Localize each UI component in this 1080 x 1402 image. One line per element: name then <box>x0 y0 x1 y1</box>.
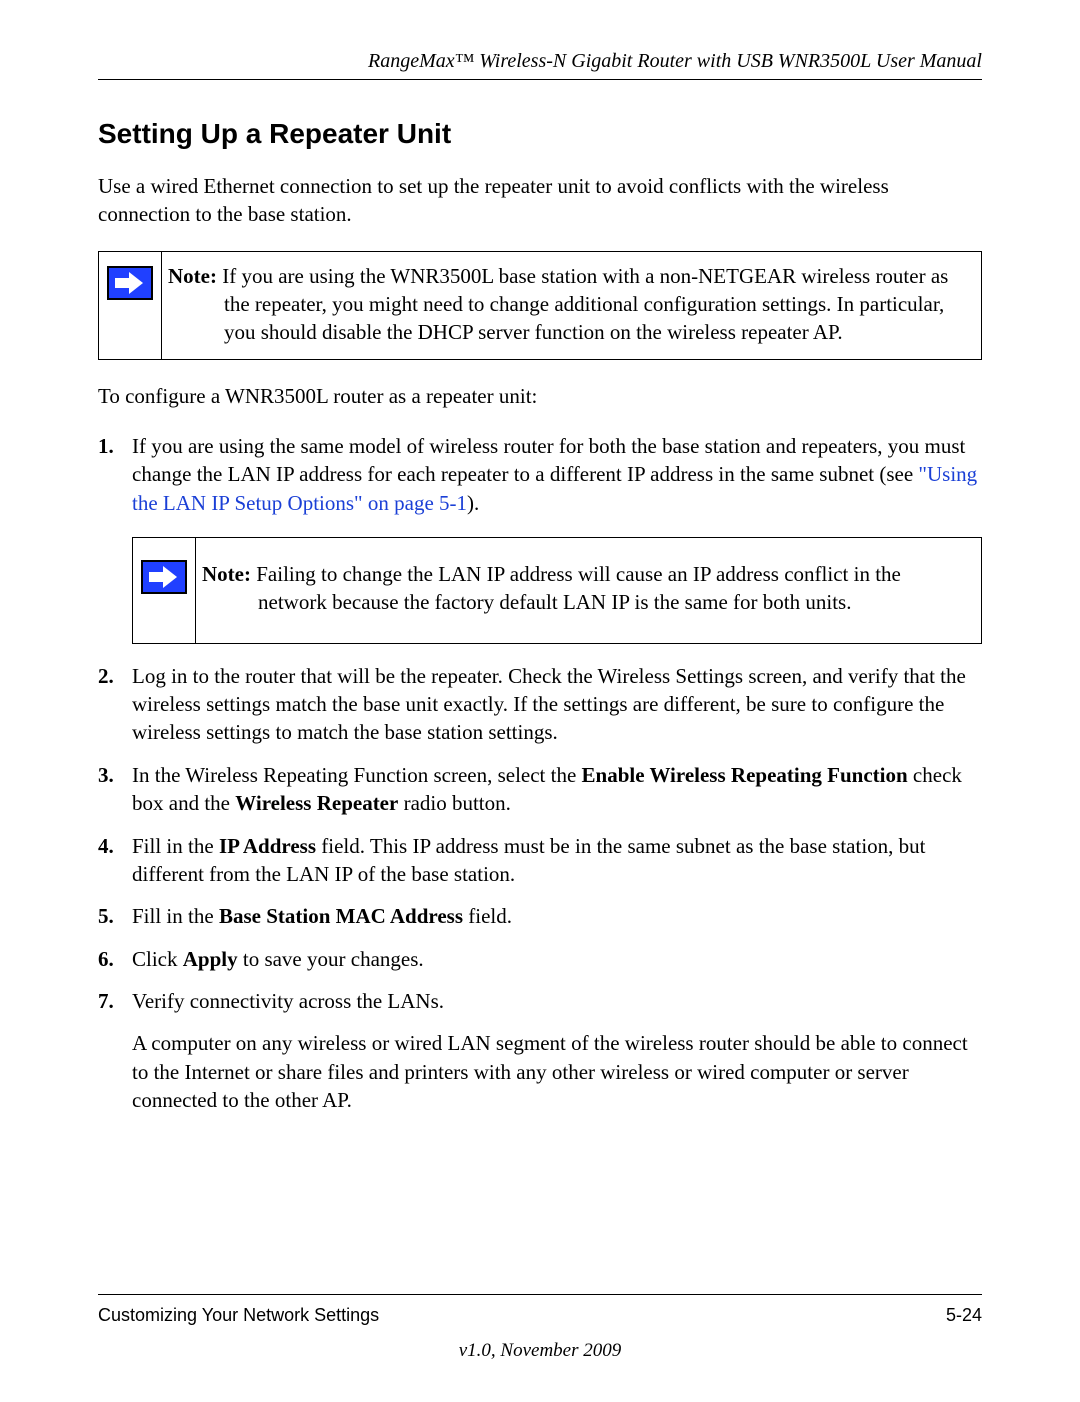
step-1-text-a: If you are using the same model of wirel… <box>132 434 965 486</box>
s5a: Fill in the <box>132 904 219 928</box>
step-7-sub: A computer on any wireless or wired LAN … <box>132 1029 982 1114</box>
s4b: IP Address <box>219 834 316 858</box>
footer-version: v1.0, November 2009 <box>98 1340 982 1362</box>
section-heading: Setting Up a Repeater Unit <box>98 118 982 150</box>
note-box-2: Note: Failing to change the LAN IP addre… <box>132 537 982 644</box>
note-label: Note: <box>202 562 251 586</box>
step-6: Click Apply to save your changes. <box>98 945 982 973</box>
s6b: Apply <box>183 947 238 971</box>
intro-paragraph: Use a wired Ethernet connection to set u… <box>98 172 982 229</box>
page-footer: Customizing Your Network Settings 5-24 v… <box>98 1294 982 1362</box>
step-3: In the Wireless Repeating Function scree… <box>98 761 982 818</box>
s3e: radio button. <box>398 791 511 815</box>
note-icon-cell <box>133 538 196 643</box>
s3b: Enable Wireless Repeating Function <box>582 763 908 787</box>
arrow-right-icon <box>141 560 187 594</box>
s3d: Wireless Repeater <box>235 791 398 815</box>
step-7: Verify connectivity across the LANs. A c… <box>98 987 982 1114</box>
arrow-right-icon <box>107 266 153 300</box>
step-5: Fill in the Base Station MAC Address fie… <box>98 902 982 930</box>
note-icon-cell <box>99 252 162 359</box>
page-number: 5-24 <box>946 1305 982 1326</box>
note-text-2: Note: Failing to change the LAN IP addre… <box>196 538 981 643</box>
step-2: Log in to the router that will be the re… <box>98 662 982 747</box>
step-1-text-b: ). <box>467 491 479 515</box>
steps-list: If you are using the same model of wirel… <box>98 432 982 1114</box>
s6c: to save your changes. <box>238 947 424 971</box>
step-4: Fill in the IP Address field. This IP ad… <box>98 832 982 889</box>
note-body: If you are using the WNR3500L base stati… <box>222 264 948 345</box>
s7-text: Verify connectivity across the LANs. <box>132 989 444 1013</box>
step-1: If you are using the same model of wirel… <box>98 432 982 644</box>
footer-section: Customizing Your Network Settings <box>98 1305 379 1326</box>
s5c: field. <box>463 904 512 928</box>
s4a: Fill in the <box>132 834 219 858</box>
s6a: Click <box>132 947 183 971</box>
note-body: Failing to change the LAN IP address wil… <box>256 562 901 614</box>
s3a: In the Wireless Repeating Function scree… <box>132 763 582 787</box>
s5b: Base Station MAC Address <box>219 904 463 928</box>
lead-paragraph: To configure a WNR3500L router as a repe… <box>98 382 982 410</box>
note-box-1: Note: If you are using the WNR3500L base… <box>98 251 982 360</box>
note-text-1: Note: If you are using the WNR3500L base… <box>162 252 981 359</box>
page-header: RangeMax™ Wireless-N Gigabit Router with… <box>98 50 982 80</box>
note-label: Note: <box>168 264 217 288</box>
